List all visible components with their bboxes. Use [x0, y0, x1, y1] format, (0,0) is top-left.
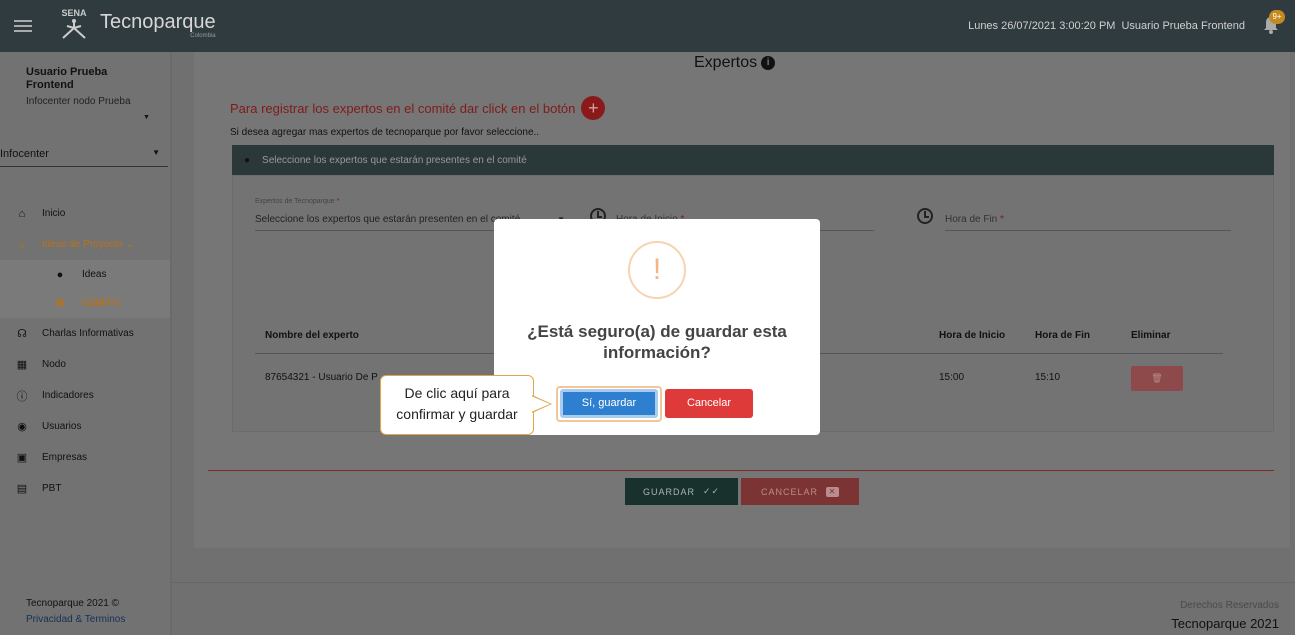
users-icon: ◉: [17, 421, 27, 433]
double-check-icon: ✓✓: [702, 486, 721, 496]
copyright: Tecnoparque 2021 ©: [26, 598, 119, 609]
sidebar: Usuario Prueba Frontend Infocenter nodo …: [0, 52, 172, 635]
dialog-cancel-button[interactable]: Cancelar: [665, 389, 753, 418]
sidebar-item-pbt[interactable]: ▤ PBT: [0, 473, 170, 504]
table-cell-end: 15:10: [1035, 372, 1061, 383]
user-dropdown-icon[interactable]: ▼: [143, 114, 150, 121]
col-header-end: Hora de Fin: [1035, 330, 1091, 341]
chevron-down-icon: ⌄: [125, 239, 134, 250]
rights-text: Derechos Reservados: [1180, 600, 1279, 611]
sidebar-item-ideas[interactable]: ● Ideas: [0, 260, 170, 289]
delete-row-button[interactable]: 🗑: [1131, 366, 1183, 391]
col-header-delete: Eliminar: [1131, 330, 1171, 341]
experts-field-label: Expertos de Tecnoparque *: [255, 198, 340, 205]
briefcase-icon: ▣: [16, 452, 28, 464]
sidebar-item-ideas-de-proyecto[interactable]: ☼ Ideas de Proyecto ⌄: [0, 229, 170, 260]
col-header-start: Hora de Inicio: [939, 330, 1006, 341]
terms-link[interactable]: Terminos: [85, 614, 126, 625]
register-instruction: Para registrar los expertos en el comité…: [230, 96, 606, 120]
presenter-icon: ☊: [17, 328, 27, 340]
sidebar-user-node: Infocenter nodo Prueba: [26, 96, 131, 107]
backspace-icon: ✕: [826, 486, 839, 497]
add-expert-button[interactable]: +: [581, 96, 606, 120]
sidebar-item-indicadores[interactable]: ⓘ Indicadores: [0, 380, 170, 411]
sidebar-item-nodo[interactable]: ▦ Nodo: [0, 349, 170, 380]
sidebar-item-empresas[interactable]: ▣ Empresas: [0, 442, 170, 473]
privacy-link[interactable]: Privacidad: [26, 614, 73, 625]
clock-icon: [917, 208, 933, 224]
sidebar-item-csibts[interactable]: ⚒ CSIBT's: [0, 289, 170, 318]
warning-icon: !: [628, 241, 686, 299]
sidebar-menu: ⌂ Inicio ☼ Ideas de Proyecto ⌄ ● Ideas ⚒ CSI…: [0, 198, 170, 504]
col-header-name: Nombre del experto: [265, 330, 359, 341]
gavel-icon: ⚒: [55, 298, 65, 310]
lightbulb-icon: ☼: [16, 238, 28, 251]
datetime: Lunes 26/07/2021 3:00:20 PM: [968, 20, 1116, 32]
sidebar-user-name: Usuario Prueba Frontend: [26, 66, 108, 91]
trash-icon: 🗑: [1151, 373, 1163, 383]
chevron-down-icon: ▼: [152, 148, 160, 157]
document-icon: ▤: [16, 483, 28, 495]
page-footer: Derechos Reservados Tecnoparque 2021: [1171, 597, 1279, 633]
dialog-title: ¿Está seguro(a) de guardar esta informac…: [527, 322, 787, 362]
top-user-name[interactable]: Usuario Prueba Frontend: [1121, 20, 1245, 32]
sidebar-item-usuarios[interactable]: ◉ Usuarios: [0, 411, 170, 442]
tooltip-callout: De clic aquí para confirmar y guardar: [380, 375, 534, 435]
table-cell-start: 15:00: [939, 372, 965, 383]
callout-pointer: [531, 395, 552, 413]
logo[interactable]: SENA Tecnoparque Colombia: [56, 8, 216, 44]
bulb-small-icon: ●: [56, 268, 64, 281]
info-icon[interactable]: i: [761, 56, 776, 70]
notifications-button[interactable]: 9+: [1263, 10, 1285, 36]
sidebar-item-charlas[interactable]: ☊ Charlas Informativas: [0, 318, 170, 349]
table-cell-name: 87654321 - Usuario De P: [265, 372, 378, 383]
top-bar: SENA Tecnoparque Colombia Lunes 26/07/20…: [0, 0, 1295, 52]
highlight-ring: [556, 386, 662, 422]
info-circle-icon: ⓘ: [16, 390, 28, 403]
sena-logo: SENA: [56, 8, 92, 44]
sidebar-item-inicio[interactable]: ⌂ Inicio: [0, 198, 170, 229]
brand-name: Tecnoparque Colombia: [100, 11, 216, 39]
menu-icon[interactable]: [14, 20, 32, 32]
role-select[interactable]: Infocenter ▼: [0, 148, 168, 167]
building-icon: ▦: [16, 359, 28, 371]
sidebar-footer: Tecnoparque 2021 © Privacidad & Terminos: [26, 598, 126, 625]
cancel-button[interactable]: CANCELAR ✕: [741, 478, 859, 505]
hint-text: Si desea agregar mas expertos de tecnopa…: [230, 127, 540, 138]
end-time-input[interactable]: Hora de Fin *: [945, 214, 1231, 231]
footer-brand: Tecnoparque 2021: [1171, 616, 1279, 631]
experts-banner: ● Seleccione los expertos que estarán pr…: [232, 145, 1274, 175]
notification-badge: 9+: [1269, 10, 1285, 24]
section-title: Expertos i: [694, 54, 776, 72]
home-icon: ⌂: [18, 207, 26, 220]
save-button[interactable]: GUARDAR ✓✓: [625, 478, 738, 505]
lightbulb-icon: ●: [244, 154, 251, 166]
